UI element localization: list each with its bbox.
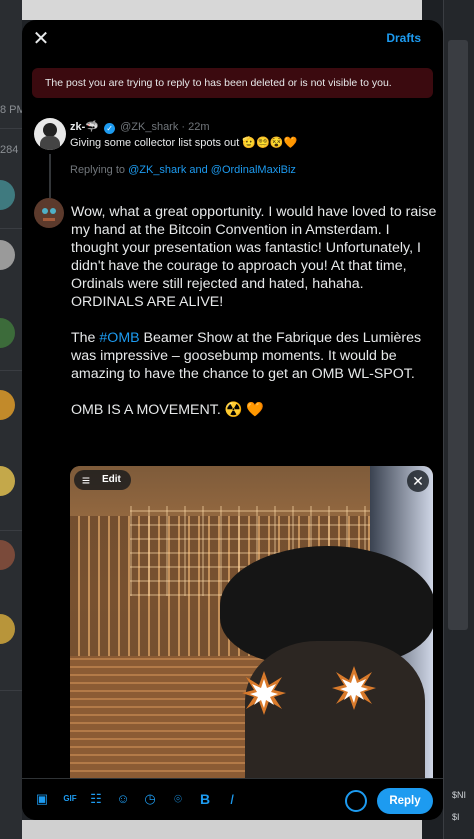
reply-paragraph-1: Wow, what a great opportunity. I would h… bbox=[71, 204, 437, 310]
reply-button[interactable]: Reply bbox=[377, 788, 433, 814]
background-divider bbox=[0, 690, 22, 691]
background-right-fragment: $I bbox=[452, 812, 460, 822]
deleted-post-alert: The post you are trying to reply to has … bbox=[32, 68, 433, 98]
reply-paragraph-3: OMB IS A MOVEMENT. ☢️ 🧡 bbox=[71, 402, 264, 418]
reply-p2-prefix: The bbox=[71, 330, 100, 346]
italic-icon[interactable]: I bbox=[224, 791, 240, 807]
original-post-text: Giving some collector list spots out 🫡😵‍… bbox=[70, 137, 298, 149]
attached-image[interactable]: Edit ≡ ✕ bbox=[70, 466, 433, 778]
background-count-text: 284 bbox=[0, 144, 19, 156]
gif-icon[interactable]: GIF bbox=[62, 791, 78, 807]
verified-badge-icon: ✓ bbox=[104, 123, 116, 134]
background-bottom-strip bbox=[22, 820, 422, 839]
close-icon[interactable]: ✕ bbox=[30, 28, 52, 50]
background-top-strip bbox=[22, 0, 422, 20]
replying-to: Replying to @ZK_shark and @OrdinalMaxiBi… bbox=[70, 164, 296, 176]
user-avatar[interactable] bbox=[34, 198, 64, 228]
thread-line bbox=[49, 154, 51, 198]
background-divider bbox=[0, 370, 22, 371]
burst-sticker-icon bbox=[242, 671, 286, 715]
reply-paragraph-2: The #OMB Beamer Show at the Fabrique des… bbox=[71, 329, 437, 383]
location-icon[interactable]: ⌾ bbox=[170, 791, 186, 807]
reply-modal: ✕ Drafts The post you are trying to repl… bbox=[22, 20, 443, 820]
background-scrollbar[interactable] bbox=[448, 40, 468, 630]
burst-sticker-icon bbox=[332, 666, 376, 710]
remove-media-icon[interactable]: ✕ bbox=[407, 470, 429, 492]
background-divider bbox=[0, 128, 22, 129]
original-author-handle[interactable]: @ZK_shark bbox=[120, 121, 178, 133]
poll-icon[interactable]: ☷ bbox=[88, 791, 104, 807]
reply-text-area[interactable]: Wow, what a great opportunity. I would h… bbox=[71, 203, 437, 437]
image-icon[interactable]: ▣ bbox=[34, 791, 50, 807]
hashtag-omb[interactable]: #OMB bbox=[99, 330, 139, 346]
replying-prefix: Replying to bbox=[70, 164, 129, 176]
original-author-avatar[interactable] bbox=[34, 118, 66, 150]
replying-mentions[interactable]: @ZK_shark and @OrdinalMaxiBiz bbox=[128, 164, 296, 176]
original-author-name[interactable]: zk-🦈 bbox=[70, 121, 99, 133]
original-post-time: · 22m bbox=[181, 121, 210, 133]
background-divider bbox=[0, 530, 22, 531]
character-count-circle bbox=[345, 790, 367, 812]
original-post-header: zk-🦈 ✓ @ZK_shark · 22m bbox=[70, 120, 210, 134]
compose-toolbar: ▣ GIF ☷ ☺ ◷ ⌾ B I Reply bbox=[22, 778, 443, 820]
background-right-fragment: $NI bbox=[452, 790, 467, 800]
emoji-icon[interactable]: ☺ bbox=[115, 791, 131, 807]
menu-icon[interactable]: ≡ bbox=[76, 470, 96, 490]
bold-icon[interactable]: B bbox=[197, 791, 213, 807]
schedule-icon[interactable]: ◷ bbox=[142, 791, 158, 807]
background-divider bbox=[0, 228, 22, 229]
drafts-button[interactable]: Drafts bbox=[386, 31, 421, 45]
